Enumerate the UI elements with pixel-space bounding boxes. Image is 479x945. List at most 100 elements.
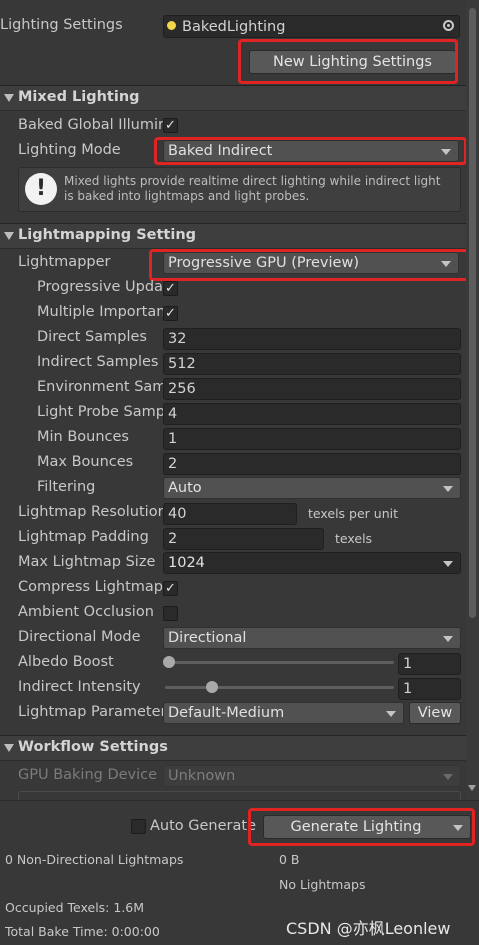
lightmap-resolution-unit: texels per unit <box>308 506 398 521</box>
lighting-mode-dropdown[interactable]: Baked Indirect <box>163 140 459 162</box>
lighting-settings-asset-name: BakedLighting <box>182 19 286 35</box>
lightmapper-label: Lightmapper <box>18 254 111 270</box>
lightmap-parameters-label: Lightmap Parameter <box>18 704 163 720</box>
dropdown-caret-icon <box>441 149 451 155</box>
view-button[interactable]: View <box>409 702 461 724</box>
multiple-importance-checkbox[interactable]: ✓ <box>163 306 178 321</box>
new-lighting-settings-button[interactable]: New Lighting Settings <box>249 50 456 74</box>
lighting-settings-asset-field[interactable]: BakedLighting <box>163 15 460 38</box>
non-directional-lightmaps-text: 0 Non-Directional Lightmaps <box>5 852 184 867</box>
indirect-intensity-slider-thumb[interactable] <box>206 681 219 693</box>
foldout-triangle-icon <box>4 744 14 752</box>
lightmapping-settings-header[interactable]: Lightmapping Setting <box>0 223 466 249</box>
lightmap-padding-label: Lightmap Padding <box>18 529 149 545</box>
light-probe-samples-field[interactable]: 4 <box>163 403 461 425</box>
indirect-intensity-field[interactable]: 1 <box>398 678 461 700</box>
scroll-down-arrow-icon[interactable] <box>468 785 476 791</box>
filtering-label: Filtering <box>37 479 96 495</box>
auto-generate-checkbox[interactable] <box>131 819 146 834</box>
gpu-baking-device-label: GPU Baking Device <box>18 767 158 783</box>
multiple-importance-label: Multiple Importan <box>37 304 163 320</box>
directional-mode-value: Directional <box>168 630 247 646</box>
baked-gi-label: Baked Global Illumir <box>18 117 163 133</box>
checkmark-icon: ✓ <box>165 306 176 321</box>
direct-samples-label: Direct Samples <box>37 329 147 345</box>
auto-generate-label: Auto Generate <box>150 818 256 834</box>
indirect-samples-field[interactable]: 512 <box>163 353 461 375</box>
dropdown-caret-icon <box>443 486 453 492</box>
lightmap-padding-field[interactable]: 2 <box>163 528 324 550</box>
dropdown-caret-icon <box>443 636 453 642</box>
dropdown-caret-icon <box>443 774 453 780</box>
lightmap-resolution-field[interactable]: 40 <box>163 503 297 525</box>
direct-samples-field[interactable]: 32 <box>163 328 461 350</box>
lighting-mode-label: Lighting Mode <box>18 142 121 158</box>
max-lightmap-size-dropdown[interactable]: 1024 <box>163 552 461 574</box>
dropdown-caret-icon[interactable] <box>453 825 463 831</box>
ambient-occlusion-checkbox[interactable] <box>163 606 178 621</box>
checkmark-icon: ✓ <box>165 281 176 296</box>
max-bounces-field[interactable]: 2 <box>163 453 461 475</box>
foldout-triangle-icon <box>4 94 14 102</box>
lightmap-parameters-dropdown[interactable]: Default-Medium <box>163 702 404 724</box>
indirect-intensity-label: Indirect Intensity <box>18 679 141 695</box>
environment-samples-label: Environment Sam <box>37 379 163 395</box>
albedo-boost-field[interactable]: 1 <box>398 653 461 675</box>
foldout-triangle-icon <box>4 232 14 240</box>
dropdown-caret-icon <box>441 261 451 267</box>
gpu-baking-device-dropdown: Unknown <box>163 765 461 787</box>
indirect-intensity-slider-track[interactable] <box>165 686 394 689</box>
info-text-line1: Mixed lights provide realtime direct lig… <box>64 174 441 188</box>
directional-mode-label: Directional Mode <box>18 629 141 645</box>
min-bounces-label: Min Bounces <box>37 429 129 445</box>
compress-lightmaps-checkbox[interactable]: ✓ <box>163 581 178 596</box>
total-bake-time-text: Total Bake Time: 0:00:00 <box>5 924 160 939</box>
albedo-boost-label: Albedo Boost <box>18 654 114 670</box>
environment-samples-field[interactable]: 256 <box>163 378 461 400</box>
lightmaps-size-text: 0 B <box>279 852 300 867</box>
mixed-lighting-title: Mixed Lighting <box>18 89 140 105</box>
filtering-dropdown[interactable]: Auto <box>163 477 461 499</box>
max-lightmap-size-value: 1024 <box>168 555 205 571</box>
lightmap-padding-unit: texels <box>335 531 373 546</box>
info-text-line2: is baked into lightmaps and light probes… <box>64 189 310 203</box>
generate-lighting-button[interactable]: Generate Lighting <box>263 815 471 839</box>
workflow-settings-title: Workflow Settings <box>18 739 168 755</box>
scrollbar-thumb[interactable] <box>469 8 476 618</box>
directional-mode-dropdown[interactable]: Directional <box>163 627 461 649</box>
object-picker-icon[interactable] <box>443 20 454 31</box>
checkmark-icon: ✓ <box>165 118 176 133</box>
progressive-updates-checkbox[interactable]: ✓ <box>163 281 178 296</box>
gpu-baking-device-value: Unknown <box>168 768 236 784</box>
checkmark-icon: ✓ <box>165 581 176 596</box>
lightmap-resolution-label: Lightmap Resolutior <box>18 504 163 520</box>
generate-lighting-label: Generate Lighting <box>290 819 422 835</box>
lightmapper-value: Progressive GPU (Preview) <box>168 255 359 271</box>
watermark-text: CSDN @亦枫Leonlew <box>286 919 451 938</box>
lightmapper-dropdown[interactable]: Progressive GPU (Preview) <box>163 252 459 274</box>
albedo-boost-slider-track[interactable] <box>165 661 394 664</box>
lightmapping-settings-title: Lightmapping Setting <box>18 227 197 243</box>
max-bounces-label: Max Bounces <box>37 454 134 470</box>
no-lightmaps-text: No Lightmaps <box>279 877 366 892</box>
min-bounces-field[interactable]: 1 <box>163 428 461 450</box>
occupied-texels-text: Occupied Texels: 1.6M <box>5 900 145 915</box>
max-lightmap-size-label: Max Lightmap Size <box>18 554 156 570</box>
workflow-settings-header[interactable]: Workflow Settings <box>0 735 466 761</box>
compress-lightmaps-label: Compress Lightmap <box>18 579 163 595</box>
dropdown-caret-icon <box>386 711 396 717</box>
lightmap-parameters-value: Default-Medium <box>168 705 285 721</box>
baked-gi-checkbox[interactable]: ✓ <box>163 118 178 133</box>
ambient-occlusion-label: Ambient Occlusion <box>18 604 154 620</box>
indirect-samples-label: Indirect Samples <box>37 354 159 370</box>
warning-icon: ! <box>25 173 57 205</box>
albedo-boost-slider-thumb[interactable] <box>163 656 175 668</box>
filtering-value: Auto <box>168 480 202 496</box>
mixed-lighting-header[interactable]: Mixed Lighting <box>0 85 466 111</box>
lighting-settings-label: Lighting Settings <box>0 17 123 33</box>
mixed-lighting-info-box: ! Mixed lights provide realtime direct l… <box>18 167 461 212</box>
lightbulb-icon <box>167 21 176 30</box>
dropdown-caret-icon <box>443 561 453 567</box>
light-probe-samples-label: Light Probe Samp <box>37 404 163 420</box>
lighting-mode-value: Baked Indirect <box>168 143 273 159</box>
